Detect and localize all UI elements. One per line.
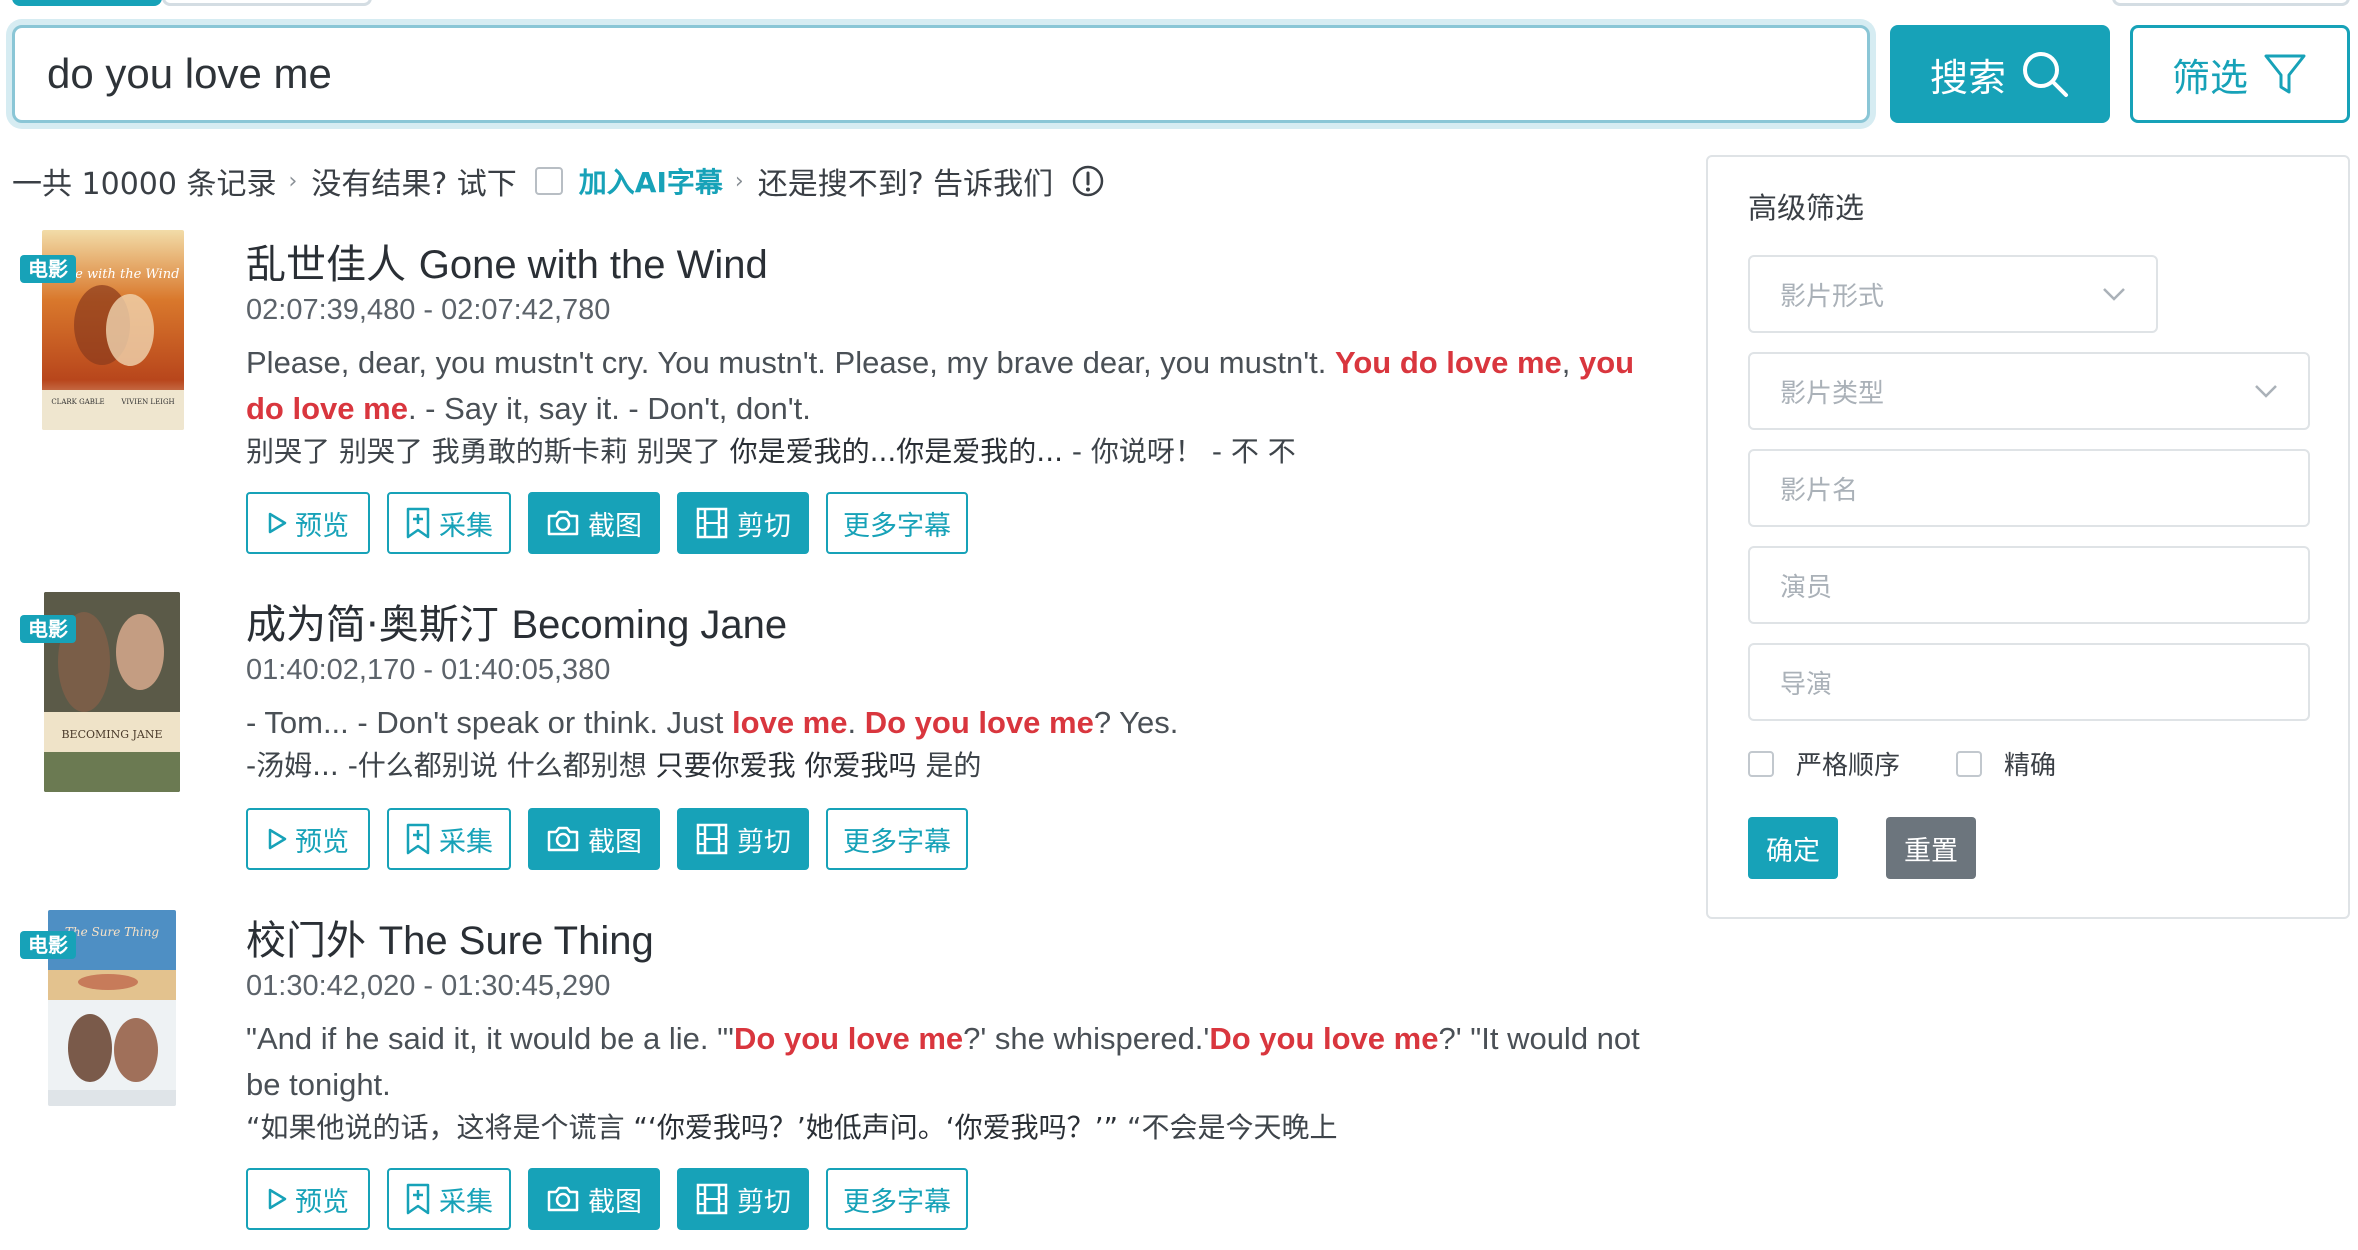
top-tab-inactive[interactable]: [162, 0, 372, 6]
collect-button[interactable]: 采集: [387, 808, 511, 870]
collect-button[interactable]: 采集: [387, 492, 511, 554]
funnel-icon: [2264, 54, 2306, 94]
svg-text:VIVIEN LEIGH: VIVIEN LEIGH: [120, 398, 174, 406]
bookmark-add-icon: [406, 823, 430, 855]
timecode: 02:07:39,480 - 02:07:42,780: [246, 294, 611, 326]
chevron-down-icon: [2103, 288, 2125, 301]
title-en: Becoming Jane: [511, 603, 788, 647]
film-icon: [696, 823, 728, 855]
more-subtitles-button[interactable]: 更多字幕: [826, 1168, 968, 1230]
info-icon[interactable]: [1071, 164, 1105, 198]
director-input[interactable]: 导演: [1748, 643, 2310, 721]
film-form-select[interactable]: 影片形式: [1748, 255, 2158, 333]
strict-order-checkbox[interactable]: [1748, 750, 1774, 777]
movie-badge: 电影: [20, 615, 76, 643]
top-right-tab[interactable]: [2112, 0, 2350, 6]
title-zh: 校门外: [246, 918, 366, 964]
result-actions: 预览 采集 截图 剪切 更多字幕: [246, 1168, 968, 1230]
subtitle-en: - Tom... - Don't speak or think. Just lo…: [246, 705, 1179, 740]
film-icon: [696, 1183, 728, 1215]
confirm-button[interactable]: 确定: [1748, 817, 1838, 879]
filter-button[interactable]: 筛选: [2130, 25, 2350, 123]
result-title[interactable]: 乱世佳人 Gone with the Wind: [246, 232, 768, 290]
ai-subtitle-checkbox[interactable]: [534, 167, 563, 195]
subtitle-zh: 别哭了 别哭了 我勇敢的斯卡莉 别哭了 你是爱我的...你是爱我的... - 你…: [246, 435, 1296, 468]
svg-text:CLARK GABLE: CLARK GABLE: [51, 398, 104, 406]
panel-title: 高级筛选: [1748, 191, 1865, 225]
chevron-down-icon: [2255, 385, 2277, 398]
bookmark-add-icon: [406, 507, 430, 539]
result-title[interactable]: 成为简·奥斯汀 Becoming Jane: [246, 592, 787, 650]
subtitle-en: Please, dear, you mustn't cry. You mustn…: [246, 345, 1635, 426]
screenshot-button[interactable]: 截图: [528, 492, 660, 554]
play-icon: [268, 512, 287, 534]
camera-icon: [547, 826, 579, 852]
actor-input[interactable]: 演员: [1748, 546, 2310, 624]
title-zh: 成为简·奥斯汀: [246, 602, 499, 648]
cut-button[interactable]: 剪切: [677, 492, 809, 554]
result-title[interactable]: 校门外 The Sure Thing: [246, 908, 654, 966]
svg-text:The Sure Thing: The Sure Thing: [65, 925, 160, 939]
timecode: 01:30:42,020 - 01:30:45,290: [246, 970, 611, 1002]
feedback-hint: 还是搜不到? 告诉我们: [757, 167, 1054, 202]
screenshot-button[interactable]: 截图: [528, 1168, 660, 1230]
exact-label: 精确: [2004, 751, 2057, 781]
search-input[interactable]: [12, 25, 1870, 123]
chevron-right-icon: ›: [734, 168, 744, 194]
result-actions: 预览 采集 截图 剪切 更多字幕: [246, 492, 968, 554]
preview-button[interactable]: 预览: [246, 808, 370, 870]
play-icon: [268, 828, 287, 850]
search-icon: [2023, 52, 2068, 97]
search-button-label: 搜索: [1929, 55, 2006, 100]
top-tab-bar: [12, 0, 372, 6]
reset-button[interactable]: 重置: [1886, 817, 1976, 879]
record-count: 一共 10000 条记录: [12, 167, 277, 202]
preview-button[interactable]: 预览: [246, 492, 370, 554]
title-en: Gone with the Wind: [418, 243, 768, 287]
ai-subtitle-link[interactable]: 加入AI字幕: [579, 161, 723, 201]
svg-text:BECOMING JANE: BECOMING JANE: [61, 728, 162, 741]
movie-badge: 电影: [20, 255, 76, 283]
filter-button-label: 筛选: [2171, 55, 2248, 100]
subtitle-zh: -汤姆... -什么都别说 什么都别想 只要你爱我 你爱我吗 是的: [246, 749, 982, 782]
subtitle-zh: “如果他说的话，这将是个谎言 “‘你爱我吗？’她低声问。‘你爱我吗？’” “不会…: [246, 1111, 1338, 1144]
title-zh: 乱世佳人: [246, 242, 406, 288]
cut-button[interactable]: 剪切: [677, 1168, 809, 1230]
advanced-filter-panel: 高级筛选 影片形式 影片类型 影片名 演员 导演 严格顺序 精确 确定 重置: [1706, 155, 2350, 919]
screenshot-button[interactable]: 截图: [528, 808, 660, 870]
cut-button[interactable]: 剪切: [677, 808, 809, 870]
no-result-hint: 没有结果? 试下: [311, 167, 517, 202]
filter-options: 严格顺序 精确: [1748, 745, 2056, 782]
movie-badge: 电影: [20, 931, 76, 959]
play-icon: [268, 1188, 287, 1210]
exact-checkbox[interactable]: [1956, 750, 1983, 777]
strict-order-label: 严格顺序: [1796, 751, 1901, 781]
film-icon: [696, 507, 728, 539]
title-en: The Sure Thing: [378, 919, 654, 963]
film-name-input[interactable]: 影片名: [1748, 449, 2310, 527]
camera-icon: [547, 1186, 579, 1212]
timecode: 01:40:02,170 - 01:40:05,380: [246, 654, 611, 686]
bookmark-add-icon: [406, 1183, 430, 1215]
collect-button[interactable]: 采集: [387, 1168, 511, 1230]
film-type-select[interactable]: 影片类型: [1748, 352, 2310, 430]
more-subtitles-button[interactable]: 更多字幕: [826, 808, 968, 870]
more-subtitles-button[interactable]: 更多字幕: [826, 492, 968, 554]
result-summary: 一共 10000 条记录 › 没有结果? 试下 加入AI字幕 › 还是搜不到? …: [12, 158, 1105, 204]
subtitle-en: "And if he said it, it would be a lie. "…: [246, 1021, 1640, 1102]
camera-icon: [547, 510, 579, 536]
top-tab-active[interactable]: [12, 0, 162, 6]
preview-button[interactable]: 预览: [246, 1168, 370, 1230]
result-actions: 预览 采集 截图 剪切 更多字幕: [246, 808, 968, 870]
search-button[interactable]: 搜索: [1890, 25, 2110, 123]
chevron-right-icon: ›: [288, 168, 298, 194]
